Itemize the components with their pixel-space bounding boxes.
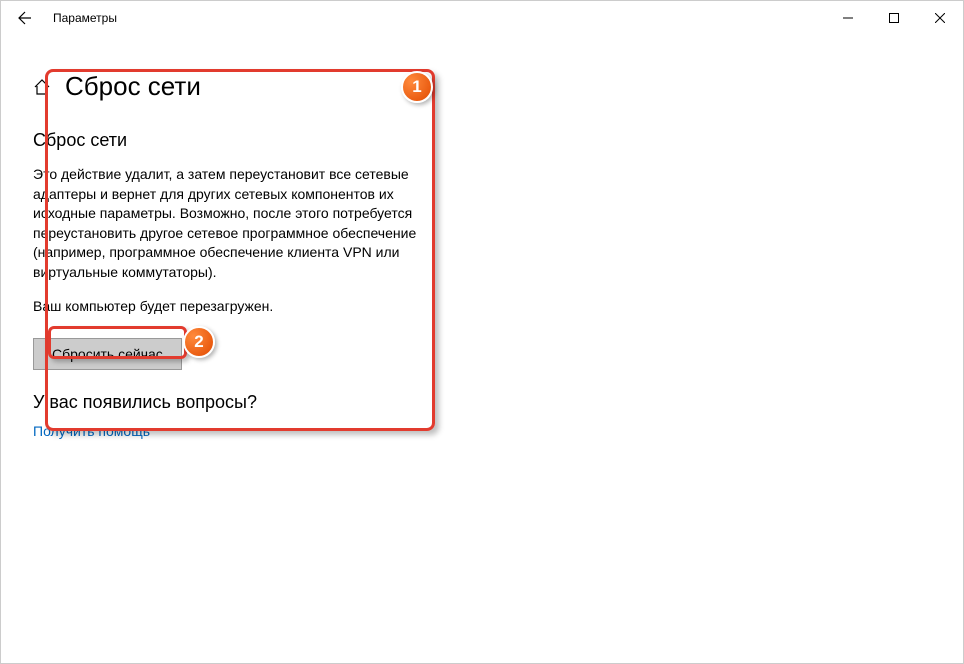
content-area: Сброс сети Сброс сети Это действие удали… — [1, 35, 963, 459]
section-title: Сброс сети — [33, 130, 931, 151]
minimize-icon — [843, 13, 853, 23]
titlebar-left: Параметры — [15, 8, 117, 28]
section-description: Это действие удалит, а затем переустанов… — [33, 165, 423, 283]
back-arrow-icon — [17, 10, 33, 26]
home-icon — [33, 78, 51, 96]
titlebar: Параметры — [1, 1, 963, 35]
home-button[interactable] — [33, 78, 51, 96]
minimize-button[interactable] — [825, 1, 871, 35]
window-title: Параметры — [53, 11, 117, 25]
maximize-button[interactable] — [871, 1, 917, 35]
close-icon — [935, 13, 945, 23]
page-title: Сброс сети — [65, 71, 201, 102]
help-section-title: У вас появились вопросы? — [33, 392, 931, 413]
page-header: Сброс сети — [33, 71, 931, 102]
window-controls — [825, 1, 963, 35]
restart-notice: Ваш компьютер будет перезагружен. — [33, 297, 423, 317]
get-help-link[interactable]: Получить помощь — [33, 423, 150, 439]
close-button[interactable] — [917, 1, 963, 35]
maximize-icon — [889, 13, 899, 23]
settings-window: Параметры — [0, 0, 964, 664]
reset-now-button[interactable]: Сбросить сейчас — [33, 338, 182, 370]
back-button[interactable] — [15, 8, 35, 28]
